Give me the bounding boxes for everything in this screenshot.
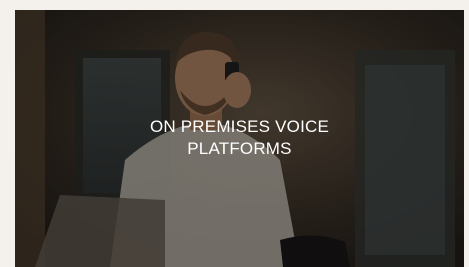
- card-title-line-2: PLATFORMS: [187, 139, 292, 158]
- service-card[interactable]: ON PREMISES VOICE PLATFORMS: [15, 10, 464, 267]
- card-title-line-1: ON PREMISES VOICE: [149, 117, 330, 136]
- card-title: ON PREMISES VOICE PLATFORMS: [15, 116, 464, 160]
